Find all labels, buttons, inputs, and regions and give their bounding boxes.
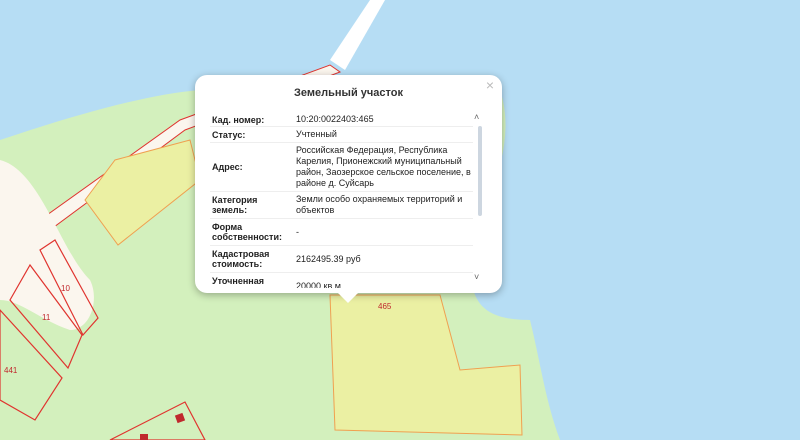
- table-row: Уточненная площадь: 20000 кв.м: [210, 273, 473, 288]
- table-row: Адрес: Российская Федерация, Республика К…: [210, 143, 473, 192]
- table-row: Категория земель: Земли особо охраняемых …: [210, 192, 473, 219]
- table-row: Форма собственности: -: [210, 219, 473, 246]
- row-value: -: [296, 226, 299, 237]
- row-value: 2162495.39 руб: [296, 253, 361, 264]
- scrollbar[interactable]: [478, 126, 482, 216]
- table-row: Статус: Учтенный: [210, 127, 473, 143]
- parcel-label-11: 11: [42, 313, 51, 322]
- row-value: Земли особо охраняемых территорий и объе…: [296, 194, 463, 215]
- row-label: Уточненная площадь:: [212, 276, 264, 288]
- close-icon[interactable]: ×: [486, 77, 494, 93]
- row-label: Адрес:: [212, 162, 243, 172]
- scroll-up-icon[interactable]: ˄: [474, 112, 479, 122]
- building-marker: [140, 434, 148, 440]
- row-label: Кад. номер:: [212, 114, 265, 125]
- popup-title: Земельный участок: [294, 87, 403, 99]
- parcel-label-10: 10: [61, 284, 70, 293]
- info-table: Кад. номер: 10:20:0022403:465 Статус: Учте…: [210, 113, 473, 288]
- row-label: Форма собственности:: [212, 222, 282, 242]
- parcel-label-465: 465: [378, 302, 392, 311]
- row-value: Учтенный: [296, 129, 337, 139]
- scroll-down-icon[interactable]: ˅: [474, 272, 479, 282]
- row-value: Российская Федерация, Республика Карелия…: [296, 145, 471, 188]
- parcel-label-441: 441: [4, 366, 18, 375]
- row-label: Статус:: [212, 129, 246, 140]
- table-row: Кадастровая стоимость: 2162495.39 руб: [210, 246, 473, 273]
- row-label: Кадастровая стоимость:: [212, 249, 270, 269]
- row-value: 20000 кв.м: [296, 280, 341, 289]
- row-value: 10:20:0022403:465: [296, 114, 374, 124]
- row-label: Категория земель:: [212, 195, 258, 215]
- parcel-info-popup: Земельный участок × Кад. номер: 10:20:002…: [195, 75, 502, 303]
- table-row: Кад. номер: 10:20:0022403:465: [210, 113, 473, 127]
- pier: [330, 0, 385, 70]
